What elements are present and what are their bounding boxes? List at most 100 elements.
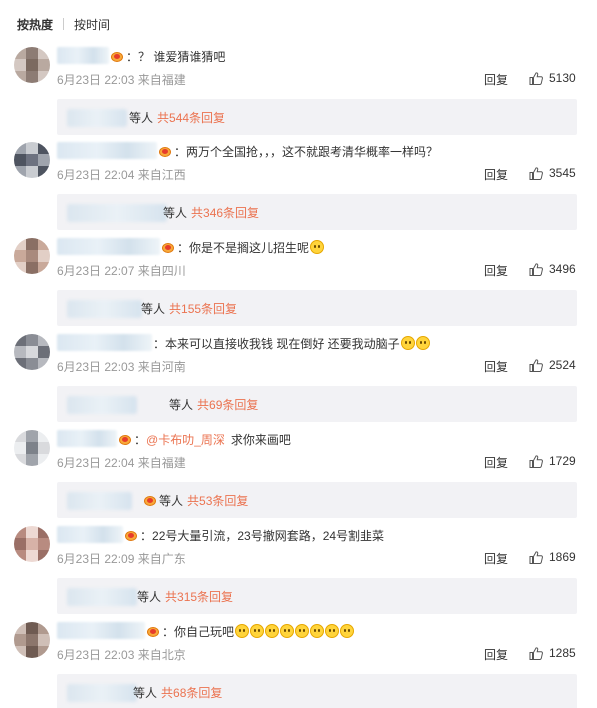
sub-replies-summary: 等人 共69条回复: [169, 386, 258, 422]
sort-tabs: 按热度 按时间: [17, 16, 110, 32]
sub-replies-count-link[interactable]: 共544条回复: [157, 109, 225, 126]
comment-item: ：你自己玩吧 6月23日 22:03 来自北京 回复 1285 等人 共68条回复: [0, 622, 597, 708]
avatar[interactable]: [14, 622, 50, 658]
sub-replies-box[interactable]: 等人 共315条回复: [57, 578, 577, 614]
sub-replies-box[interactable]: 等人 共69条回复: [57, 386, 577, 422]
avatar[interactable]: [14, 430, 50, 466]
like-button[interactable]: 3545: [529, 166, 576, 180]
thumbs-up-icon: [529, 358, 543, 372]
vip-badge-icon: [143, 494, 157, 506]
username-blurred[interactable]: [57, 334, 152, 351]
comment-text: 两万个全国抢，，，这不就跟考清华概率一样吗？: [186, 144, 439, 159]
comment-text: 你自己玩吧: [174, 624, 235, 639]
like-count: 2524: [549, 358, 576, 372]
username-blurred[interactable]: [57, 142, 157, 159]
username-blurred[interactable]: [57, 526, 123, 543]
sub-replies-count-link[interactable]: 共315条回复: [165, 588, 233, 605]
colon-separator: ：: [140, 528, 153, 543]
username-blurred[interactable]: [57, 238, 160, 255]
sub-replies-count-link[interactable]: 共68条回复: [161, 684, 222, 701]
sub-replies-prefix: 等人: [141, 301, 166, 316]
like-button[interactable]: 1729: [529, 454, 576, 468]
colon-separator: ：: [126, 49, 139, 64]
mention-link[interactable]: @卡布叻_周深: [146, 431, 225, 448]
username-blurred[interactable]: [57, 622, 145, 639]
emoji-icon: [265, 624, 280, 638]
reply-button[interactable]: 回复: [484, 358, 508, 375]
tab-sort-by-time[interactable]: 按时间: [74, 16, 110, 33]
sub-replier-blurred: [67, 588, 137, 606]
comment-text: 你是不是搁这儿招生呢: [189, 240, 310, 255]
sub-replies-summary: 等人 共544条回复: [129, 99, 225, 135]
comment-content: ：？ 谁爱猜谁猜吧: [110, 47, 225, 65]
username-blurred[interactable]: [57, 47, 109, 64]
like-button[interactable]: 5130: [529, 71, 576, 85]
tab-sort-by-hot[interactable]: 按热度: [17, 16, 53, 33]
comment-meta: 6月23日 22:07 来自四川: [57, 264, 186, 278]
vip-badge-icon: [161, 241, 175, 253]
emoji-icon: [310, 240, 325, 254]
vip-badge-icon: [110, 50, 124, 62]
comment-content: ： 22号大量引流，23号撤网套路，24号割韭菜: [124, 526, 384, 544]
reply-button[interactable]: 回复: [484, 166, 508, 183]
comment-item: ：你是不是搁这儿招生呢 6月23日 22:07 来自四川 回复 3496 等人 共155条…: [0, 238, 597, 334]
like-button[interactable]: 1869: [529, 550, 576, 564]
comment-meta: 6月23日 22:03 来自北京: [57, 648, 186, 662]
like-count: 1869: [549, 550, 576, 564]
like-button[interactable]: 2524: [529, 358, 576, 372]
emoji-icon: [415, 336, 430, 350]
sub-replies-prefix: 等人: [159, 493, 184, 508]
colon-separator: ：: [134, 432, 147, 447]
like-count: 3545: [549, 166, 576, 180]
sub-replies-prefix: 等人: [129, 110, 154, 125]
comment-text: 求你来画吧: [230, 432, 291, 447]
comment-meta: 6月23日 22:04 来自福建: [57, 456, 186, 470]
avatar[interactable]: [14, 142, 50, 178]
reply-button[interactable]: 回复: [484, 71, 508, 88]
sub-replies-count-link[interactable]: 共69条回复: [197, 396, 258, 413]
sub-replier-blurred: [67, 300, 142, 318]
like-button[interactable]: 1285: [529, 646, 576, 660]
emoji-icon: [295, 624, 310, 638]
sub-replier-blurred: [67, 109, 127, 127]
thumbs-up-icon: [529, 166, 543, 180]
comment-content: ： @卡布叻_周深 求你来画吧: [118, 430, 291, 448]
sub-replies-box[interactable]: 等人 共544条回复: [57, 99, 577, 135]
sub-replies-prefix: 等人: [163, 205, 188, 220]
reply-button[interactable]: 回复: [484, 454, 508, 471]
sub-replies-count-link[interactable]: 共155条回复: [169, 300, 237, 317]
emoji-icon: [325, 624, 340, 638]
thumbs-up-icon: [529, 454, 543, 468]
sub-replies-box[interactable]: 等人 共53条回复: [57, 482, 577, 518]
colon-separator: ：: [174, 144, 187, 159]
avatar[interactable]: [14, 47, 50, 83]
sub-replies-summary: 等人 共53条回复: [143, 482, 248, 518]
sub-replies-count-link[interactable]: 共53条回复: [187, 492, 248, 509]
username-blurred[interactable]: [57, 430, 117, 447]
reply-button[interactable]: 回复: [484, 550, 508, 567]
sub-replies-count-link[interactable]: 共346条回复: [191, 204, 259, 221]
comment-item: ：本来可以直接收我钱 现在倒好 还要我动脑子 6月23日 22:03 来自河南 回复…: [0, 334, 597, 430]
sub-replies-prefix: 等人: [137, 589, 162, 604]
reply-button[interactable]: 回复: [484, 646, 508, 663]
comment-meta: 6月23日 22:09 来自广东: [57, 552, 186, 566]
vip-badge-icon: [158, 145, 172, 157]
avatar[interactable]: [14, 238, 50, 274]
emoji-icon: [280, 624, 295, 638]
comment-item: ：两万个全国抢，，，这不就跟考清华概率一样吗？ 6月23日 22:04 来自江西回…: [0, 142, 597, 238]
tab-divider: [63, 18, 65, 30]
avatar[interactable]: [14, 334, 50, 370]
sub-replies-summary: 等人 共315条回复: [137, 578, 233, 614]
sub-replies-box[interactable]: 等人 共346条回复: [57, 194, 577, 230]
like-count: 3496: [549, 262, 576, 276]
avatar[interactable]: [14, 526, 50, 562]
vip-badge-icon: [146, 625, 160, 637]
sub-replies-box[interactable]: 等人 共155条回复: [57, 290, 577, 326]
like-button[interactable]: 3496: [529, 262, 576, 276]
colon-separator: ：: [162, 624, 175, 639]
emoji-icon: [235, 624, 250, 638]
sub-replies-box[interactable]: 等人 共68条回复: [57, 674, 577, 708]
sub-replier-blurred: [67, 492, 132, 510]
comment-text: ？ 谁爱猜谁猜吧: [138, 49, 226, 64]
reply-button[interactable]: 回复: [484, 262, 508, 279]
